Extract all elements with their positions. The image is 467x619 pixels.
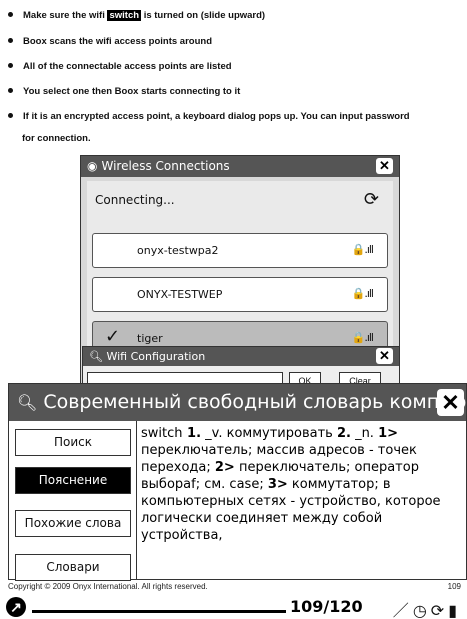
- search-icon: 🔍︎: [17, 393, 38, 412]
- bullet-text: Boox scans the wifi access points around: [23, 36, 212, 47]
- rotate-icon[interactable]: ⟳: [431, 603, 448, 619]
- similar-words-button[interactable]: Похожие слова: [15, 510, 131, 537]
- dictionaries-button[interactable]: Словари: [15, 554, 131, 581]
- highlighted-word: switch: [107, 10, 142, 21]
- pen-icon[interactable]: ／: [393, 603, 413, 619]
- lock-signal-icon: 🔒.ıll: [351, 287, 374, 300]
- bullet-text: Make sure the wifi: [23, 10, 105, 21]
- wireless-title: Wireless Connections: [101, 159, 230, 173]
- wifi-icon: ◉: [87, 159, 98, 173]
- bullet-wifi-switch: Make sure the wifi switch is turned on (…: [8, 10, 265, 21]
- bullet-listed: All of the connectable access points are…: [8, 61, 232, 72]
- clock-icon[interactable]: ◷: [413, 603, 431, 619]
- bullet-text: If it is an encrypted access point, a ke…: [23, 111, 410, 122]
- bullet-text: All of the connectable access points are…: [23, 61, 232, 72]
- bullet-dot: [8, 62, 13, 68]
- definition-body: 1. _v. коммутировать 2. _n. 1> переключа…: [141, 426, 441, 543]
- bullet-select: You select one then Boox starts connecti…: [8, 86, 240, 97]
- definition-number: 2.: [336, 426, 351, 441]
- battery-icon: ▮: [448, 603, 461, 619]
- search-button[interactable]: Поиск: [15, 429, 131, 456]
- search-icon: 🔍︎: [89, 350, 103, 363]
- definition-fragment: _v. коммутировать: [201, 426, 337, 441]
- wireless-title-bar: ◉ Wireless Connections: [81, 156, 399, 177]
- close-icon[interactable]: ✕: [376, 158, 393, 174]
- bullet-dot: [8, 37, 13, 43]
- refresh-icon[interactable]: ⟳: [364, 189, 379, 210]
- bullet-text: is turned on (slide upward): [143, 10, 266, 21]
- bullet-continuation: for connection.: [22, 133, 91, 144]
- definition-number: 1>: [378, 426, 399, 441]
- definition-number: 2>: [214, 460, 235, 475]
- page-indicator: 109/120: [290, 597, 363, 616]
- copyright-text: Copyright © 2009 Onyx International. All…: [8, 582, 208, 591]
- dictionary-sidebar: Поиск Пояснение Похожие слова Словари: [9, 421, 137, 581]
- access-point-item[interactable]: ONYX-TESTWEP 🔒.ıll: [92, 277, 388, 312]
- access-point-name: ONYX-TESTWEP: [137, 288, 223, 301]
- dictionary-title-bar: 🔍︎ Современный свободный словарь компьют…: [9, 384, 466, 421]
- connection-status: Connecting...: [95, 193, 175, 207]
- access-point-item[interactable]: onyx-testwpa2 🔒.ıll: [92, 233, 388, 268]
- status-bar: ↗ 109/120 ／◷⟳▮: [0, 596, 467, 619]
- reading-progress-bar[interactable]: [32, 610, 287, 613]
- definition-text: switch 1. _v. коммутировать 2. _n. 1> пе…: [141, 425, 462, 544]
- wifi-config-title-bar: 🔍︎ Wifi Configuration: [83, 347, 399, 366]
- page-number: 109: [447, 582, 461, 591]
- goto-arrow-icon[interactable]: ↗: [6, 597, 26, 617]
- close-icon[interactable]: ✕: [437, 389, 464, 416]
- access-point-name: tiger: [137, 332, 163, 345]
- close-icon[interactable]: ✕: [376, 348, 393, 364]
- dictionary-panel: 🔍︎ Современный свободный словарь компьют…: [8, 383, 467, 581]
- lock-signal-icon: 🔒.ıll: [351, 243, 374, 256]
- wifi-config-title: Wifi Configuration: [106, 350, 206, 363]
- bullet-encrypted: If it is an encrypted access point, a ke…: [8, 111, 410, 122]
- bullet-dot: [8, 112, 13, 118]
- checkmark-icon: ✓: [105, 326, 121, 347]
- definition-number: 3>: [267, 477, 288, 492]
- bullet-text: You select one then Boox starts connecti…: [23, 86, 241, 97]
- headword: switch: [141, 426, 183, 441]
- access-point-name: onyx-testwpa2: [137, 244, 219, 257]
- definition-fragment: _n.: [350, 426, 379, 441]
- dictionary-title: Современный свободный словарь компьютерн…: [43, 391, 466, 413]
- bullet-dot: [8, 87, 13, 93]
- explanation-button[interactable]: Пояснение: [15, 467, 131, 494]
- bullet-dot: [8, 11, 13, 17]
- definition-fragment: f; см. case;: [191, 477, 268, 492]
- definition-number: 1.: [182, 426, 202, 441]
- status-icons: ／◷⟳▮: [393, 597, 461, 619]
- bullet-scan: Boox scans the wifi access points around: [8, 36, 212, 47]
- lock-signal-icon: 🔒.ıll: [351, 331, 374, 344]
